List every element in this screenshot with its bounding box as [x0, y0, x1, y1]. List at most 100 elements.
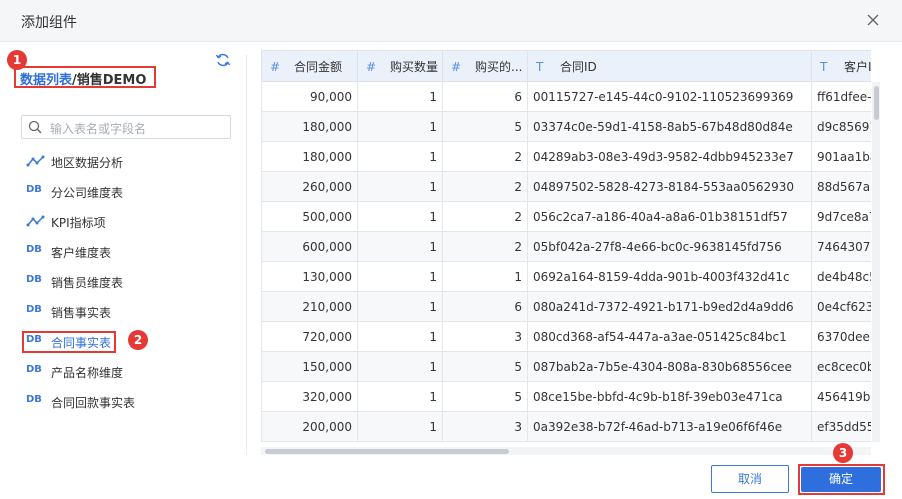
panel-divider	[246, 55, 247, 455]
table-cell: de4b48c5	[811, 261, 871, 292]
db-icon: DB	[26, 364, 42, 375]
column-header[interactable]: T 客户II	[811, 50, 871, 82]
chart-icon	[26, 215, 45, 227]
table-cell: 04897502-5828-4273-8184-553aa0562930	[527, 171, 812, 202]
db-icon: DB	[26, 274, 42, 285]
table-cell: 456419b5	[811, 381, 871, 412]
table-cell: 00115727-e145-44c0-9102-110523699369	[527, 81, 812, 112]
table-search-input[interactable]: 输入表名或字段名	[21, 115, 231, 139]
number-type-icon: #	[270, 59, 281, 74]
table-cell: 1	[357, 261, 443, 292]
search-placeholder: 输入表名或字段名	[50, 122, 147, 136]
table-cell: 5	[442, 351, 528, 382]
column-label: 客户II	[844, 59, 871, 74]
vertical-scrollbar-track[interactable]	[872, 82, 880, 442]
table-row: 90,000 1 6 00115727-e145-44c0-9102-11052369…	[261, 81, 871, 112]
text-type-icon: T	[820, 59, 828, 74]
column-header[interactable]: # 合同金额	[261, 50, 358, 82]
table-cell: 2	[442, 201, 528, 232]
column-header[interactable]: # 购买的...	[442, 50, 528, 82]
db-icon: DB	[26, 394, 42, 405]
tree-item-label: 销售事实表	[51, 306, 112, 320]
tree-item[interactable]: KPI指标项	[22, 211, 202, 233]
data-preview-table[interactable]: #合同金额#购买数量#购买的...T合同IDT客户II 90,000160011…	[261, 50, 871, 442]
table-cell: 03374c0e-59d1-4158-8ab5-67b48d80d84e	[527, 111, 812, 142]
db-icon: DB	[26, 334, 42, 345]
table-cell	[811, 441, 871, 442]
tree-item[interactable]: DB 合同事实表	[22, 331, 116, 353]
step-badge-2: 2	[128, 330, 148, 350]
table-cell: 2	[442, 171, 528, 202]
db-icon: DB	[26, 184, 42, 195]
add-component-dialog: 添加组件 数据列表/销售DEMO 1 输入表名或字段名 地区数据分析 DB 分公司维…	[0, 0, 902, 499]
vertical-scrollbar-thumb[interactable]	[874, 86, 879, 120]
datasource-link[interactable]: 数据列表	[20, 73, 72, 88]
table-cell: 90,000	[261, 81, 358, 112]
table-cell: 08ce15be-bbfd-4c9b-b18f-39eb03e471ca	[527, 381, 812, 412]
table-cell: 9d7ce8a7	[811, 201, 871, 232]
table-row: 200,000 1 3 0a392e38-b72f-46ad-b713-a19e06f…	[261, 411, 871, 442]
table-cell: 1	[357, 291, 443, 322]
table-cell: 080cd368-af54-447a-a3ae-051425c84bc1	[527, 321, 812, 352]
table-cell: 500,000	[261, 201, 358, 232]
column-label: 购买数量	[390, 59, 439, 74]
tree-item[interactable]: DB 合同回款事实表	[22, 391, 202, 413]
table-cell: 1	[357, 411, 443, 442]
table-row: 260,000 1 2 04897502-5828-4273-8184-553aa05…	[261, 171, 871, 202]
table-cell: 720,000	[261, 321, 358, 352]
column-header[interactable]: T 合同ID	[527, 50, 812, 82]
table-row: 180,000 1 5 03374c0e-59d1-4158-8ab5-67b48d8…	[261, 111, 871, 142]
step-badge-1: 1	[7, 50, 27, 70]
tree-item[interactable]: 地区数据分析	[22, 151, 202, 173]
tree-item[interactable]: DB 产品名称维度	[22, 361, 202, 383]
table-cell: 180,000	[261, 141, 358, 172]
table-cell: 1	[357, 171, 443, 202]
ok-button[interactable]: 确定	[801, 467, 881, 492]
table-cell	[442, 441, 528, 442]
table-cell: 05bf042a-27f8-4e66-bc0c-9638145fd756	[527, 231, 812, 262]
tree-item[interactable]: DB 销售员维度表	[22, 271, 202, 293]
table-cell: 080a241d-7372-4921-b171-b9ed2d4a9dd6	[527, 291, 812, 322]
column-label: 购买的...	[475, 59, 523, 74]
number-type-icon: #	[366, 59, 377, 74]
tree-item[interactable]: DB 客户维度表	[22, 241, 202, 263]
datasource-breadcrumb: 数据列表/销售DEMO	[20, 69, 146, 88]
refresh-icon[interactable]	[215, 52, 231, 68]
table-row: 150,000 1 5 087bab2a-7b5e-4304-808a-830b685…	[261, 351, 871, 382]
step-badge-3: 3	[833, 443, 853, 463]
tree-item[interactable]: DB 分公司维度表	[22, 181, 202, 203]
tree-item[interactable]: DB 销售事实表	[22, 301, 202, 323]
db-icon: DB	[26, 244, 42, 255]
table-cell: 180,000	[261, 111, 358, 142]
table-cell: 130,000	[261, 261, 358, 292]
table-row: 130,000 1 1 0692a164-8159-4dda-901b-4003f43…	[261, 261, 871, 292]
tree-item-label: 销售员维度表	[51, 276, 124, 290]
horizontal-scrollbar-thumb[interactable]	[265, 449, 509, 454]
db-icon: DB	[26, 304, 42, 315]
datasource-name: 销售DEMO	[76, 73, 147, 88]
dialog-header: 添加组件	[0, 0, 902, 42]
table-body: 90,000 1 6 00115727-e145-44c0-9102-11052369…	[261, 81, 871, 442]
table-cell: 1	[357, 231, 443, 262]
table-cell: 6	[442, 291, 528, 322]
tree-item-label: 地区数据分析	[51, 156, 124, 170]
chart-icon	[26, 155, 45, 167]
tree-item-label: 合同回款事实表	[51, 396, 136, 410]
table-cell: 04289ab3-08e3-49d3-9582-4dbb945233e7	[527, 141, 812, 172]
table-cell: 6370dee7	[811, 321, 871, 352]
table-cell: 260,000	[261, 171, 358, 202]
table-row: 210,000 1 6 080a241d-7372-4921-b171-b9ed2d4…	[261, 291, 871, 322]
column-header[interactable]: # 购买数量	[357, 50, 443, 82]
table-cell	[261, 441, 358, 442]
column-label: 合同金额	[294, 59, 343, 74]
table-cell: 0a392e38-b72f-46ad-b713-a19e06f6f46e	[527, 411, 812, 442]
cancel-button[interactable]: 取消	[711, 465, 789, 493]
table-row: 600,000 1 2 05bf042a-27f8-4e66-bc0c-9638145…	[261, 231, 871, 262]
close-icon[interactable]	[864, 11, 882, 29]
tree-item-label: 客户维度表	[51, 246, 112, 260]
table-cell: 5	[442, 381, 528, 412]
table-row: 720,000 1 3 080cd368-af54-447a-a3ae-051425c…	[261, 321, 871, 352]
table-cell: 901aa1ba	[811, 141, 871, 172]
table-header-row: # 合同金额 # 购买数量 # 购买的... T 合同ID T 客户II	[261, 50, 871, 82]
table-cell: 0692a164-8159-4dda-901b-4003f432d41c	[527, 261, 812, 292]
